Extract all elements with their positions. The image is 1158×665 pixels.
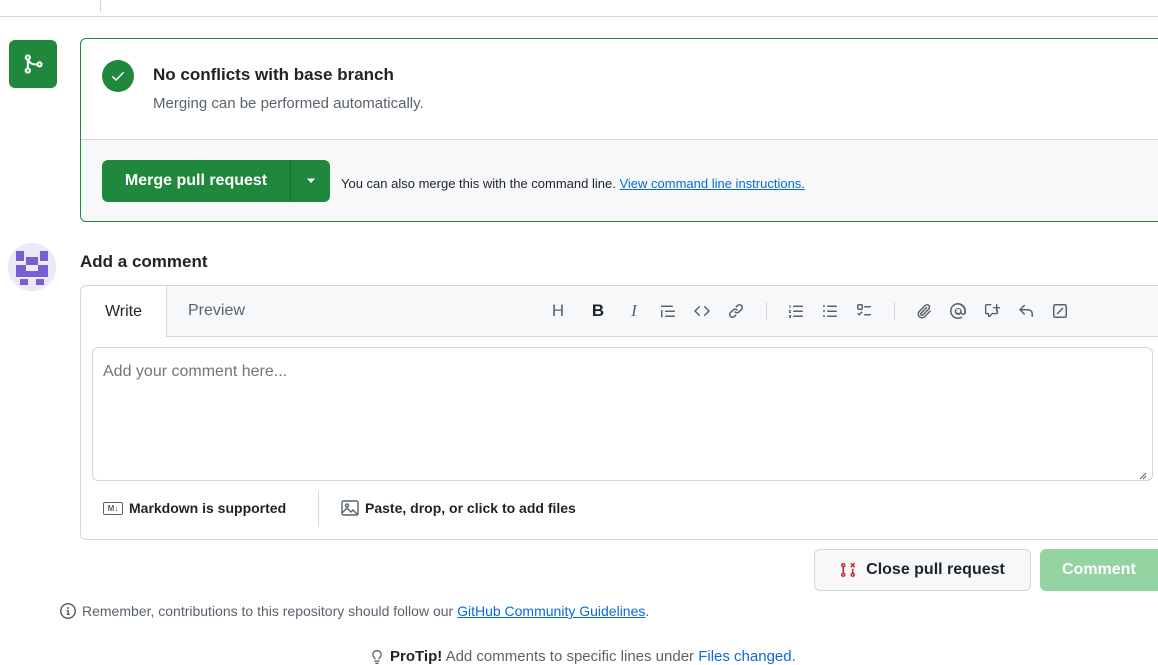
timeline-line bbox=[100, 0, 101, 12]
merge-status-title: No conflicts with base branch bbox=[153, 65, 394, 84]
files-changed-link[interactable]: Files changed bbox=[698, 648, 791, 665]
merge-box: No conflicts with base branch Merging ca… bbox=[80, 38, 1158, 222]
ordered-list-icon[interactable] bbox=[784, 299, 808, 323]
info-icon bbox=[60, 603, 76, 619]
comment-textarea[interactable] bbox=[92, 347, 1153, 481]
comment-box: Write Preview H B I Add your comment her… bbox=[80, 285, 1158, 540]
bold-glyph: B bbox=[591, 301, 605, 320]
git-pull-request-closed-icon bbox=[840, 562, 856, 578]
merge-button-group: Merge pull request bbox=[102, 160, 330, 202]
fullscreen-icon[interactable] bbox=[1048, 299, 1072, 323]
markdown-icon: M↓ bbox=[103, 501, 123, 515]
unordered-list-icon[interactable] bbox=[818, 299, 842, 323]
command-line-instructions-link[interactable]: View command line instructions. bbox=[619, 176, 804, 191]
quote-icon[interactable] bbox=[656, 299, 680, 323]
markdown-supported-link[interactable]: M↓ Markdown is supported bbox=[103, 500, 286, 516]
add-files-label: Paste, drop, or click to add files bbox=[365, 500, 576, 516]
resize-handle-icon[interactable] bbox=[1139, 472, 1147, 480]
code-icon[interactable] bbox=[690, 299, 714, 323]
reply-icon[interactable] bbox=[1014, 299, 1038, 323]
cross-reference-icon[interactable] bbox=[980, 299, 1004, 323]
merge-footer: Merge pull request You can also merge th… bbox=[81, 139, 1158, 221]
close-pull-request-button[interactable]: Close pull request bbox=[814, 549, 1031, 591]
footer-divider bbox=[318, 491, 319, 527]
bold-icon[interactable]: B bbox=[586, 299, 610, 323]
protip: ProTip! Add comments to specific lines u… bbox=[370, 648, 796, 665]
light-bulb-icon bbox=[370, 649, 384, 665]
reminder-text: Remember, contributions to this reposito… bbox=[82, 603, 454, 619]
community-guidelines-link[interactable]: GitHub Community Guidelines bbox=[457, 603, 645, 619]
merge-pull-request-button[interactable]: Merge pull request bbox=[102, 160, 291, 202]
link-icon[interactable] bbox=[724, 299, 748, 323]
toolbar-divider bbox=[894, 302, 895, 320]
italic-glyph: I bbox=[631, 301, 637, 320]
protip-label: ProTip! bbox=[390, 648, 443, 665]
merge-status-subtitle: Merging can be performed automatically. bbox=[153, 95, 424, 112]
merge-options-dropdown[interactable] bbox=[291, 160, 330, 202]
merge-note-text: You can also merge this with the command… bbox=[341, 176, 616, 191]
comment-heading: Add a comment bbox=[80, 252, 208, 271]
comment-tabbar: Write Preview H B I bbox=[81, 286, 1158, 337]
reminder-suffix: . bbox=[645, 603, 650, 619]
merge-command-line-note: You can also merge this with the command… bbox=[341, 176, 805, 191]
git-merge-icon bbox=[22, 53, 44, 75]
close-pull-request-label: Close pull request bbox=[866, 561, 1005, 578]
merge-badge bbox=[9, 40, 57, 88]
comment-button[interactable]: Comment bbox=[1040, 549, 1158, 591]
heading-icon[interactable]: H bbox=[546, 299, 570, 323]
markdown-label: Markdown is supported bbox=[129, 500, 287, 516]
triangle-down-icon bbox=[306, 178, 316, 184]
italic-icon[interactable]: I bbox=[622, 299, 646, 323]
attach-icon[interactable] bbox=[912, 299, 936, 323]
mention-icon[interactable] bbox=[946, 299, 970, 323]
toolbar-divider bbox=[766, 302, 767, 320]
add-files-button[interactable]: Paste, drop, or click to add files bbox=[341, 500, 576, 516]
tab-preview[interactable]: Preview bbox=[188, 302, 245, 320]
contribution-reminder: Remember, contributions to this reposito… bbox=[60, 603, 649, 619]
task-list-icon[interactable] bbox=[852, 299, 876, 323]
avatar[interactable] bbox=[8, 243, 56, 291]
heading-glyph: H bbox=[551, 301, 565, 320]
protip-suffix: . bbox=[791, 648, 796, 665]
tab-write[interactable]: Write bbox=[81, 286, 167, 337]
timeline-divider bbox=[0, 16, 1158, 17]
check-circle-icon bbox=[102, 60, 134, 92]
image-icon bbox=[341, 500, 359, 516]
protip-text: Add comments to specific lines under bbox=[445, 648, 695, 665]
